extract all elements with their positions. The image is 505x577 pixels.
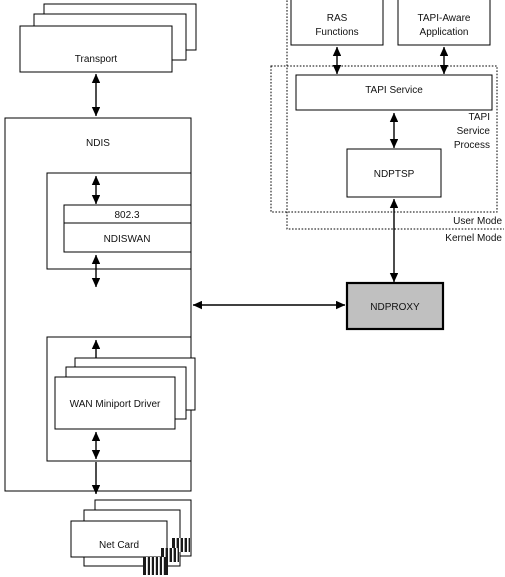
tapi-service-process-annotation: TAPI Service Process bbox=[454, 112, 491, 151]
diagram-canvas: Transport NDIS 802.3 NDISWAN WAN Minipor… bbox=[0, 0, 505, 577]
net-card-label: Net Card bbox=[99, 540, 139, 551]
user-mode-label: User Mode bbox=[453, 216, 502, 227]
tapi-process-label-line3: Process bbox=[454, 140, 490, 151]
wan-miniport-label: WAN Miniport Driver bbox=[70, 399, 161, 410]
ndptsp-label: NDPTSP bbox=[374, 169, 415, 180]
net-card-box-front[interactable] bbox=[70, 520, 168, 558]
transport-box-front[interactable] bbox=[19, 25, 173, 73]
tapi-process-label-line2: Service bbox=[457, 126, 491, 137]
ras-functions-label-line1: RAS bbox=[327, 13, 348, 24]
tapi-process-label-line1: TAPI bbox=[469, 112, 490, 123]
dot3-label: 802.3 bbox=[114, 210, 139, 221]
transport-label: Transport bbox=[75, 54, 118, 65]
architecture-diagram: Transport NDIS 802.3 NDISWAN WAN Minipor… bbox=[4, 0, 504, 575]
ndproxy-label: NDPROXY bbox=[370, 302, 420, 313]
tapi-aware-label-line1: TAPI-Aware bbox=[418, 13, 471, 24]
kernel-mode-label: Kernel Mode bbox=[445, 233, 502, 244]
ndiswan-group: 802.3 NDISWAN bbox=[63, 204, 192, 253]
ndiswan-label: NDISWAN bbox=[104, 234, 151, 245]
net-card-stack: Net Card bbox=[70, 499, 192, 575]
ras-functions-label-line2: Functions bbox=[315, 27, 358, 38]
ndis-label: NDIS bbox=[86, 138, 110, 149]
tapi-service-label: TAPI Service bbox=[365, 85, 423, 96]
transport-stack: Transport bbox=[19, 3, 197, 73]
tapi-aware-label-line2: Application bbox=[420, 27, 469, 38]
wan-miniport-stack: WAN Miniport Driver bbox=[54, 357, 196, 430]
net-card-connector-front-icon bbox=[143, 557, 168, 575]
